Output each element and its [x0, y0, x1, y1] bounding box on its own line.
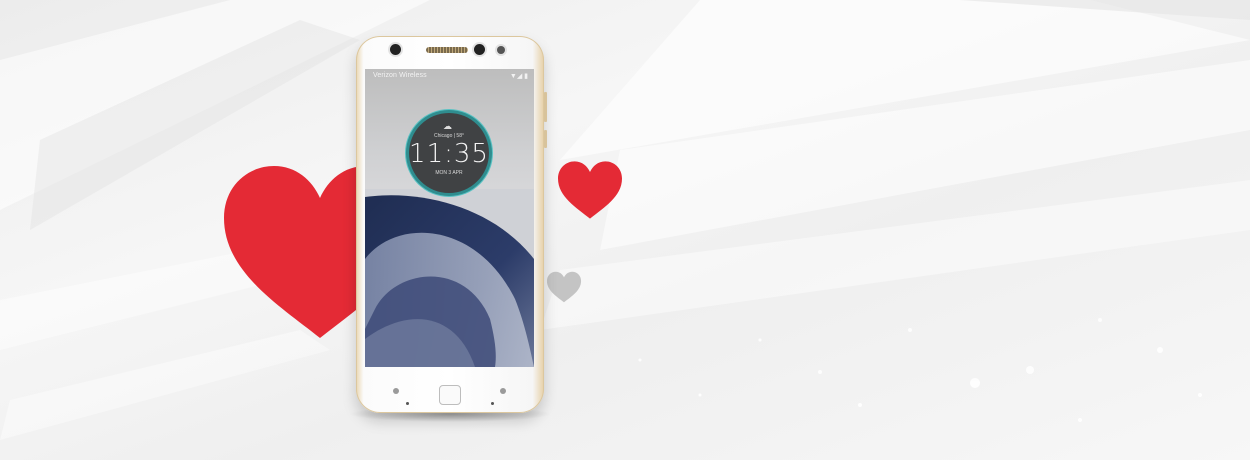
gray-heart-icon: [546, 271, 582, 303]
background-light-beams: [0, 0, 1250, 440]
smartphone: Verizon Wireless ▼◢ ▮ ☁ Chicago | 58° 11…: [348, 36, 552, 422]
clock-time: 11:35: [409, 139, 489, 169]
earpiece-speaker: [426, 47, 468, 53]
volume-button: [544, 92, 547, 122]
home-button-icon: [439, 385, 461, 405]
small-red-heart-icon: [558, 161, 622, 219]
clock-date: MON 3 APR: [435, 170, 463, 176]
front-camera-left: [390, 44, 401, 55]
carrier-label: Verizon Wireless: [373, 72, 427, 79]
status-bar: Verizon Wireless ▼◢ ▮: [365, 69, 534, 83]
right-sensor-dot: [500, 388, 506, 394]
phone-screen: Verizon Wireless ▼◢ ▮ ☁ Chicago | 58° 11…: [365, 69, 534, 367]
flash-sensor: [497, 46, 505, 54]
cloud-sun-icon: ☁: [443, 121, 452, 131]
microphone-left: [406, 402, 409, 405]
clock-widget: ☁ Chicago | 58° 11:35 MON 3 APR: [409, 113, 489, 193]
hero-banner: Verizon Wireless ▼◢ ▮ ☁ Chicago | 58° 11…: [0, 0, 1250, 460]
wallpaper-wave: [365, 189, 534, 367]
microphone-right: [491, 402, 494, 405]
left-sensor-dot: [393, 388, 399, 394]
phone-body: Verizon Wireless ▼◢ ▮ ☁ Chicago | 58° 11…: [356, 36, 547, 413]
signal-battery-icons: ▼◢ ▮: [509, 73, 528, 80]
power-button: [544, 130, 547, 148]
front-camera-right: [474, 44, 485, 55]
